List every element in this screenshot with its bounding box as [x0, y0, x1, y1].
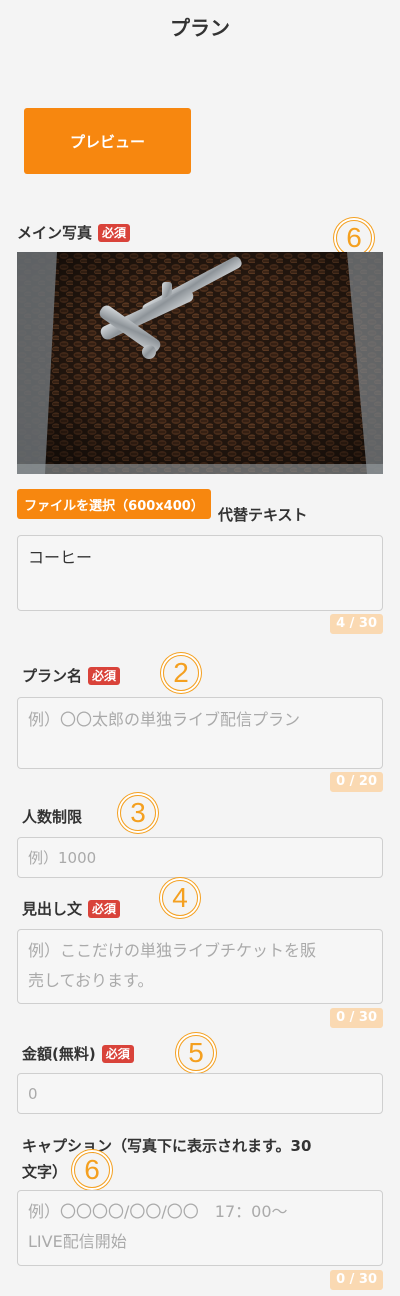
plan-name-label: プラン名 必須: [22, 665, 121, 686]
caption-label-line2: 文字）: [22, 1163, 68, 1181]
file-select-button[interactable]: ファイルを選択（600x400）: [17, 489, 211, 519]
alt-text-label: 代替テキスト: [218, 506, 308, 524]
main-photo-label: メイン写真 必須: [17, 222, 131, 243]
preview-button[interactable]: プレビュー: [24, 108, 191, 174]
required-badge: 必須: [101, 1044, 134, 1063]
plan-name-counter: 0 / 20: [330, 772, 383, 792]
alt-text-field[interactable]: コーヒー: [17, 535, 383, 611]
main-photo-image[interactable]: [17, 252, 383, 474]
annotation-marker-2: 2: [163, 655, 199, 691]
annotation-marker-3: 3: [120, 795, 156, 831]
headline-label: 見出し文 必須: [22, 898, 121, 919]
required-badge: 必須: [88, 666, 121, 685]
required-badge: 必須: [88, 899, 121, 918]
main-photo-label-text: メイン写真: [17, 224, 93, 242]
required-badge: 必須: [98, 223, 131, 242]
annotation-marker-4: 4: [162, 880, 198, 916]
caption-placeholder-line2: LIVE配信開始: [28, 1232, 127, 1251]
capacity-label: 人数制限: [22, 808, 83, 826]
price-field[interactable]: 0: [17, 1073, 383, 1114]
headline-counter: 0 / 30: [330, 1008, 383, 1028]
plan-name-field[interactable]: 例）〇〇太郎の単独ライブ配信プラン: [17, 697, 383, 769]
caption-label-line1: キャプション（写真下に表示されます。30: [22, 1137, 312, 1155]
headline-placeholder-line2: 売しております。: [28, 971, 154, 990]
annotation-marker-6: 6: [336, 220, 372, 256]
price-label: 金額(無料) 必須: [22, 1043, 134, 1064]
headline-label-text: 見出し文: [22, 900, 83, 918]
caption-counter: 0 / 30: [330, 1270, 383, 1290]
alt-text-counter: 4 / 30: [330, 614, 383, 634]
caption-field[interactable]: 例）〇〇〇〇/〇〇/〇〇 17：00〜 LIVE配信開始: [17, 1190, 383, 1266]
headline-placeholder-line1: 例）ここだけの単独ライブチケットを販: [28, 941, 317, 960]
annotation-marker-6-caption: 6: [74, 1152, 110, 1188]
coffee-roaster-image: [17, 252, 383, 474]
headline-field[interactable]: 例）ここだけの単独ライブチケットを販 売しております。: [17, 929, 383, 1004]
plan-name-label-text: プラン名: [22, 667, 83, 685]
annotation-marker-5: 5: [178, 1035, 214, 1071]
page-title: プラン: [170, 16, 230, 40]
caption-placeholder-line1: 例）〇〇〇〇/〇〇/〇〇 17：00〜: [28, 1202, 288, 1221]
caption-label: キャプション（写真下に表示されます。30 文字）: [22, 1133, 311, 1185]
capacity-field[interactable]: 例）1000: [17, 837, 383, 878]
price-label-text: 金額(無料): [22, 1045, 96, 1063]
